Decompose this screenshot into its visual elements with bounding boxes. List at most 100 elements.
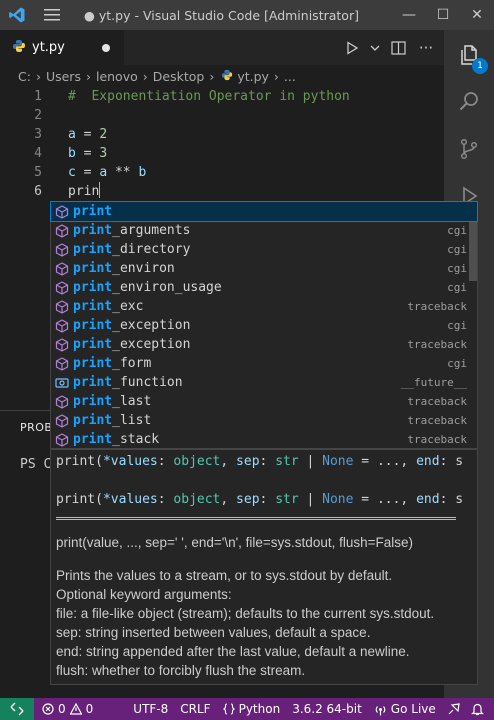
suggest-detail: cgi (447, 262, 467, 275)
menu-icon[interactable] (34, 0, 70, 30)
warning-icon (69, 703, 82, 715)
remote-indicator-icon[interactable] (0, 698, 34, 720)
line-number: 3 (34, 127, 42, 142)
search-icon[interactable] (444, 79, 494, 125)
code-line[interactable]: 4 b = 3 (0, 144, 444, 163)
suggest-item[interactable]: print_function __future__ (51, 373, 477, 392)
language-status[interactable]: Python (217, 702, 287, 716)
suggest-label: print_form (73, 356, 152, 371)
suggest-label: print_directory (73, 242, 191, 257)
run-dropdown-chevron-icon[interactable] (370, 38, 380, 58)
hint-divider (56, 517, 456, 520)
suggest-item[interactable]: print_last traceback (51, 392, 477, 411)
doc-line: file: a file-like object (stream); defau… (56, 606, 435, 621)
variable-icon (51, 373, 73, 392)
braces-icon (222, 703, 235, 715)
suggest-item[interactable]: print_arguments cgi (51, 221, 477, 240)
suggest-item[interactable]: print (50, 201, 478, 222)
code-line[interactable]: 1 # Exponentiation Operator in python (0, 87, 444, 106)
module-icon (51, 240, 73, 259)
python-file-icon (221, 69, 233, 84)
broadcast-icon (375, 705, 386, 715)
suggest-label: print_environ (73, 261, 175, 276)
suggest-detail: traceback (407, 414, 467, 427)
doc-line: end: string appended after the last valu… (56, 644, 410, 659)
interpreter-status[interactable]: 3.6.2 64-bit (286, 702, 368, 716)
split-editor-icon[interactable] (388, 38, 408, 58)
close-button[interactable]: ✕ (460, 0, 494, 30)
suggest-detail: cgi (447, 319, 467, 332)
suggest-detail: __future__ (400, 376, 467, 389)
eol-status[interactable]: CRLF (174, 702, 216, 716)
explorer-badge: 1 (472, 58, 488, 74)
breadcrumb-lenovo[interactable]: lenovo (96, 69, 138, 84)
tab-yt-py[interactable]: yt.py (0, 30, 124, 65)
editor-actions: ··· (342, 38, 444, 58)
language-label: Python (238, 702, 281, 716)
module-icon (51, 411, 73, 430)
code-line[interactable]: 3 a = 2 (0, 125, 444, 144)
unsaved-dot-icon[interactable] (102, 43, 110, 52)
code-text: prin (68, 182, 101, 199)
explorer-icon[interactable]: 1 (444, 32, 494, 78)
suggest-detail: traceback (407, 300, 467, 313)
code-line[interactable]: 6 prin (0, 182, 444, 201)
source-control-icon[interactable] (444, 126, 494, 172)
module-icon (51, 278, 73, 297)
problems-status[interactable]: 0 0 (34, 702, 99, 716)
text-cursor (99, 182, 101, 198)
suggest-item[interactable]: print_environ cgi (51, 259, 477, 278)
suggest-label: print_exception (73, 318, 191, 333)
line-number: 6 (34, 184, 42, 199)
breadcrumb-separator-icon: › (142, 68, 148, 84)
signature-help-widget: print(*values: object, sep: str | None =… (50, 449, 478, 685)
breadcrumb-symbol[interactable]: ... (284, 69, 296, 84)
suggest-item[interactable]: print_exc traceback (51, 297, 477, 316)
suggest-item[interactable]: print_form cgi (51, 354, 477, 373)
module-icon (51, 316, 73, 335)
terminal-prompt[interactable]: PS C (20, 457, 51, 472)
more-actions-icon[interactable]: ··· (416, 38, 436, 58)
line-number: 2 (34, 108, 42, 123)
run-file-icon[interactable] (342, 38, 362, 58)
golive-status[interactable]: Go Live (368, 702, 442, 716)
module-icon (51, 297, 73, 316)
doc-line: Optional keyword arguments: (56, 587, 232, 602)
notifications-bell-icon[interactable] (466, 702, 489, 716)
suggest-item[interactable]: print_directory cgi (51, 240, 477, 259)
code-text: a = 2 (68, 127, 108, 142)
encoding-status[interactable]: UTF-8 (127, 702, 174, 716)
suggest-item[interactable]: print_exception traceback (51, 335, 477, 354)
breadcrumb: C: › Users › lenovo › Desktop › yt.py › ... (0, 65, 444, 87)
breadcrumb-desktop[interactable]: Desktop (153, 69, 205, 84)
code-text: # Exponentiation Operator in python (68, 89, 350, 104)
feedback-icon[interactable] (442, 702, 466, 716)
suggest-item[interactable]: print_environ_usage cgi (51, 278, 477, 297)
warning-count: 0 (85, 702, 94, 716)
minimize-button[interactable]: — (392, 0, 426, 30)
code-line[interactable]: 5 c = a ** b (0, 163, 444, 182)
suggest-label: print_environ_usage (73, 280, 222, 295)
suggest-detail: cgi (447, 281, 467, 294)
breadcrumb-users[interactable]: Users (46, 69, 81, 84)
breadcrumb-file[interactable]: yt.py (237, 69, 269, 84)
golive-label: Go Live (390, 702, 436, 716)
suggest-detail: cgi (447, 243, 467, 256)
breadcrumb-separator-icon: › (85, 68, 91, 84)
suggest-item[interactable]: print_list traceback (51, 411, 477, 430)
suggest-item[interactable]: print_stack traceback (51, 430, 477, 449)
status-bar: 0 0 UTF-8 CRLF Python 3.6.2 64-bit Go Li… (0, 698, 494, 720)
code-line[interactable]: 2 (0, 106, 444, 125)
doc-line: sep: string inserted between values, def… (56, 625, 371, 640)
maximize-button[interactable]: ☐ (426, 0, 460, 30)
suggest-label: print (73, 204, 113, 219)
code-text: b = 3 (68, 146, 108, 161)
suggest-label: print_list (73, 413, 152, 428)
title-bar: ● yt.py - Visual Studio Code [Administra… (0, 0, 494, 30)
suggest-detail: cgi (447, 357, 467, 370)
breadcrumb-drive[interactable]: C: (18, 69, 31, 84)
suggest-item[interactable]: print_exception cgi (51, 316, 477, 335)
line-number: 4 (34, 146, 42, 161)
line-number: 1 (34, 89, 42, 104)
suggest-detail: traceback (407, 338, 467, 351)
